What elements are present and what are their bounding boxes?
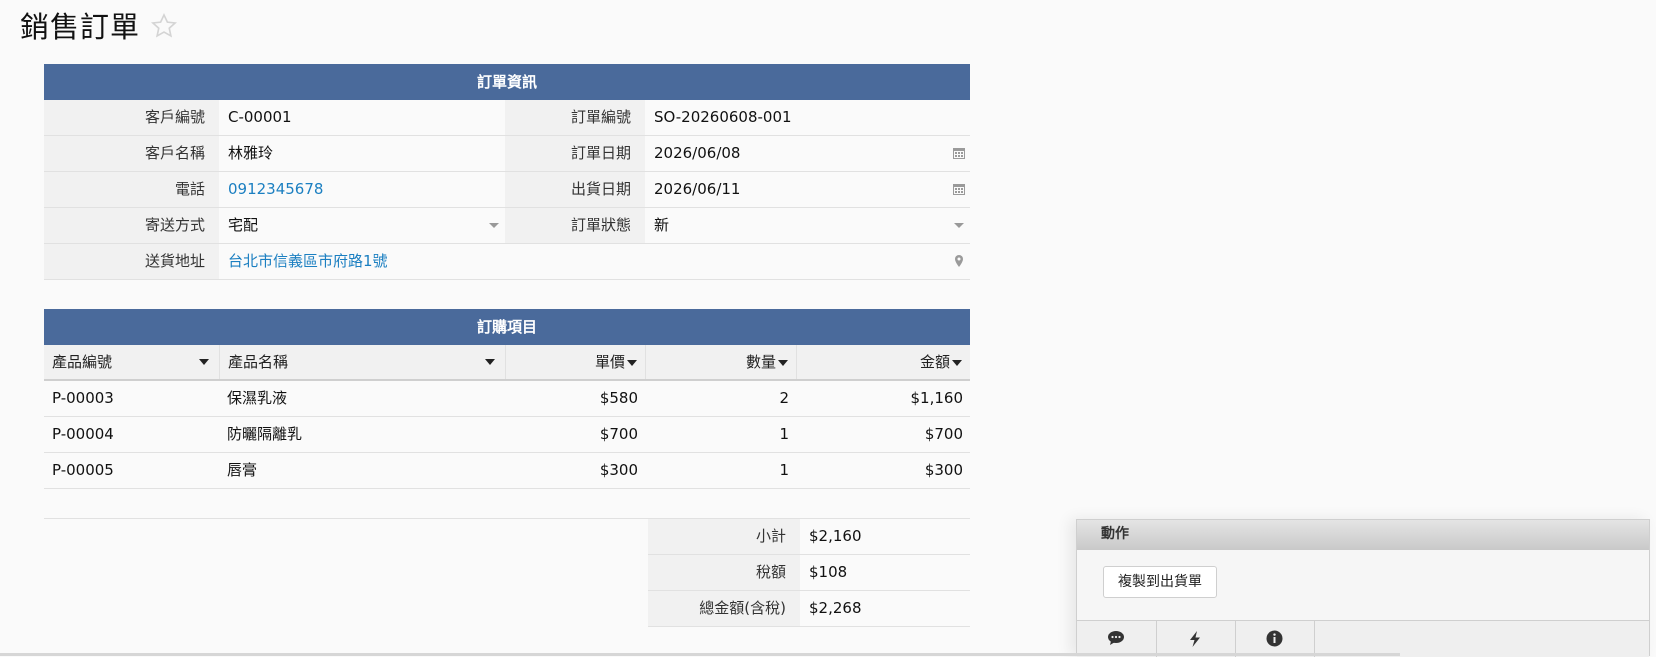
column-label: 金額 <box>919 353 950 371</box>
page-title: 銷售訂單 <box>20 10 141 44</box>
ship-date-value: 2026/06/11 <box>654 180 741 198</box>
cell-unit-price: $700 <box>599 425 638 443</box>
calendar-icon[interactable] <box>952 146 966 160</box>
subtotal-value: $2,160 <box>809 527 862 545</box>
order-date-value: 2026/06/08 <box>654 144 741 162</box>
sort-caret-icon[interactable] <box>199 359 209 365</box>
map-pin-icon[interactable] <box>952 254 966 268</box>
row-phone: 電話 0912345678 出貨日期 2026/06/11 <box>44 172 970 208</box>
ship-date-field[interactable]: 2026/06/11 <box>645 172 970 207</box>
column-label: 產品名稱 <box>228 353 289 371</box>
order-date-field[interactable]: 2026/06/08 <box>645 136 970 171</box>
order-info-card: 訂單資訊 客戶編號 C-00001 訂單編號 SO-20260608-001 客… <box>44 64 970 280</box>
column-header-quantity[interactable]: 數量 <box>645 345 796 379</box>
chevron-down-icon[interactable] <box>489 223 499 228</box>
table-row[interactable]: P-00004 防曬隔離乳 $700 1 $700 <box>44 417 970 453</box>
delivery-select[interactable]: 宅配 <box>219 208 505 243</box>
actions-panel-header[interactable]: 動作 <box>1077 520 1649 550</box>
copy-to-shipment-button[interactable]: 複製到出貨單 <box>1103 566 1217 598</box>
column-label: 產品編號 <box>52 353 113 371</box>
row-customer-name: 客戶名稱 林雅玲 訂單日期 2026/06/08 <box>44 136 970 172</box>
status-label: 訂單狀態 <box>505 208 645 243</box>
cell-product-id: P-00004 <box>52 425 114 443</box>
delivery-value: 宅配 <box>228 216 259 234</box>
order-items-header: 訂購項目 <box>44 309 970 345</box>
tax-row: 稅額 $108 <box>648 555 970 591</box>
subtotal-row: 小計 $2,160 <box>648 519 970 555</box>
bolt-icon <box>1190 631 1200 647</box>
delivery-label: 寄送方式 <box>44 208 219 243</box>
sort-caret-icon[interactable] <box>485 359 495 365</box>
items-table-header: 產品編號 產品名稱 單價 數量 金額 <box>44 345 970 381</box>
phone-link[interactable]: 0912345678 <box>219 172 505 207</box>
order-info-header: 訂單資訊 <box>44 64 970 100</box>
cell-product-id: P-00005 <box>52 461 114 479</box>
calendar-icon[interactable] <box>952 182 966 196</box>
customer-id-field[interactable]: C-00001 <box>219 100 505 135</box>
total-row: 總金額(含稅) $2,268 <box>648 591 970 627</box>
row-address: 送貨地址 台北市信義區市府路1號 <box>44 244 970 280</box>
address-link[interactable]: 台北市信義區市府路1號 <box>219 244 970 279</box>
cell-quantity: 1 <box>779 461 789 479</box>
sort-caret-icon[interactable] <box>952 359 962 366</box>
sort-caret-icon[interactable] <box>627 359 637 366</box>
tab-comments[interactable] <box>1077 621 1157 657</box>
cell-amount: $700 <box>924 425 963 443</box>
favorite-star-icon[interactable] <box>150 12 178 40</box>
tab-automation[interactable] <box>1157 621 1236 657</box>
phone-label: 電話 <box>44 172 219 207</box>
chevron-down-icon[interactable] <box>954 223 964 228</box>
customer-name-field[interactable]: 林雅玲 <box>219 136 505 171</box>
customer-name-label: 客戶名稱 <box>44 136 219 171</box>
cell-product-name: 防曬隔離乳 <box>227 425 303 443</box>
tab-info[interactable] <box>1236 621 1315 657</box>
cell-unit-price: $580 <box>599 389 638 407</box>
cell-amount: $300 <box>924 461 963 479</box>
info-icon <box>1266 630 1283 647</box>
total-value: $2,268 <box>809 599 862 617</box>
tax-value: $108 <box>809 563 848 581</box>
ship-date-label: 出貨日期 <box>505 172 645 207</box>
cell-product-id: P-00003 <box>52 389 114 407</box>
order-no-field[interactable]: SO-20260608-001 <box>645 100 970 135</box>
column-label: 數量 <box>745 353 776 371</box>
customer-id-label: 客戶編號 <box>44 100 219 135</box>
column-header-product-id[interactable]: 產品編號 <box>44 345 219 379</box>
panel-tab-bar <box>1077 620 1649 657</box>
status-select[interactable]: 新 <box>645 208 970 243</box>
total-label: 總金額(含稅) <box>648 591 800 626</box>
comment-icon <box>1108 631 1124 645</box>
column-header-unit-price[interactable]: 單價 <box>505 345 645 379</box>
row-customer-id: 客戶編號 C-00001 訂單編號 SO-20260608-001 <box>44 100 970 136</box>
cell-product-name: 唇膏 <box>227 461 258 479</box>
row-delivery: 寄送方式 宅配 訂單狀態 新 <box>44 208 970 244</box>
order-no-label: 訂單編號 <box>505 100 645 135</box>
address-label: 送貨地址 <box>44 244 219 279</box>
cell-unit-price: $300 <box>599 461 638 479</box>
table-row[interactable]: P-00005 唇膏 $300 1 $300 <box>44 453 970 489</box>
column-header-product-name[interactable]: 產品名稱 <box>219 345 505 379</box>
actions-panel: 動作 複製到出貨單 <box>1076 519 1650 657</box>
cell-amount: $1,160 <box>910 389 964 407</box>
tax-label: 稅額 <box>648 555 800 590</box>
cell-product-name: 保濕乳液 <box>227 389 288 407</box>
subtotal-label: 小計 <box>648 519 800 554</box>
address-value[interactable]: 台北市信義區市府路1號 <box>228 252 388 270</box>
column-label: 單價 <box>594 353 625 371</box>
table-row[interactable]: P-00003 保濕乳液 $580 2 $1,160 <box>44 381 970 417</box>
cell-quantity: 2 <box>779 389 789 407</box>
order-items-card: 訂購項目 產品編號 產品名稱 單價 數量 金額 P-00003 保濕乳液 $58… <box>44 309 970 489</box>
status-value: 新 <box>654 216 670 234</box>
totals-section: 小計 $2,160 稅額 $108 總金額(含稅) $2,268 <box>44 518 970 627</box>
cell-quantity: 1 <box>779 425 789 443</box>
sort-caret-icon[interactable] <box>778 359 788 366</box>
order-date-label: 訂單日期 <box>505 136 645 171</box>
column-header-amount[interactable]: 金額 <box>796 345 970 379</box>
